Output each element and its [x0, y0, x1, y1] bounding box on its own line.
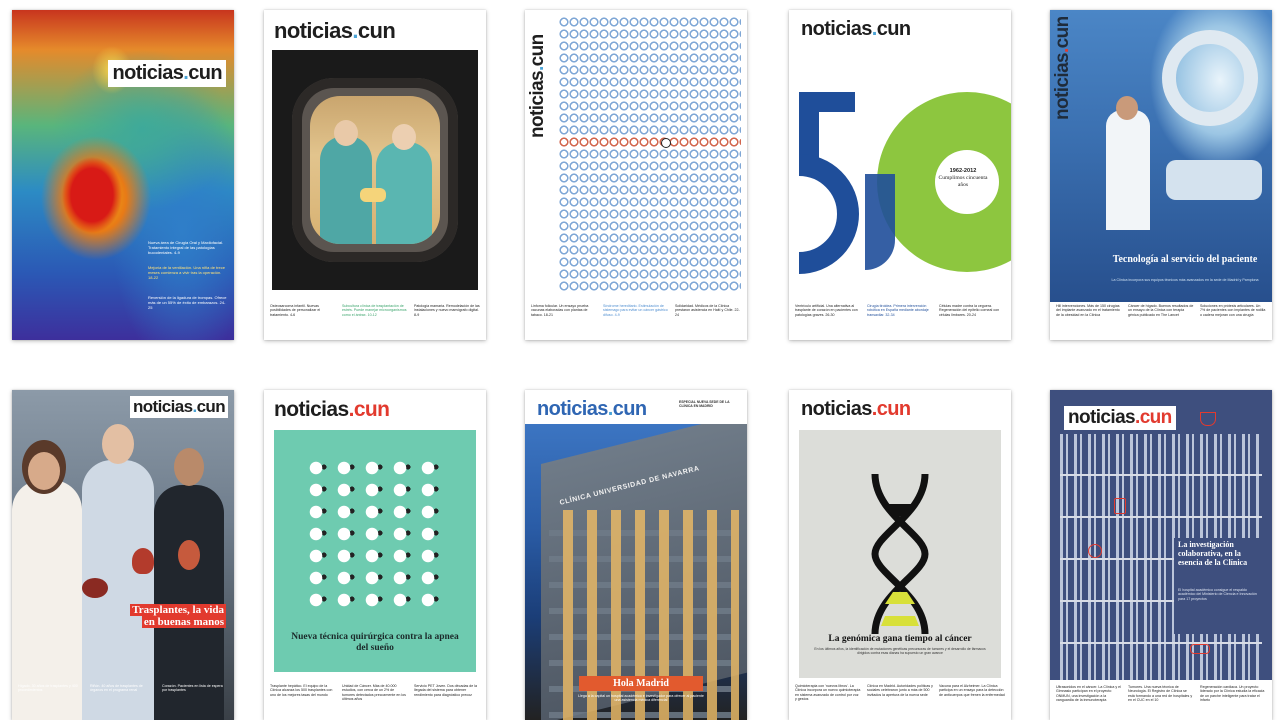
footer-item: Hill intervenciones. Más de 150 cirugías… — [1056, 304, 1120, 317]
footer-item: Ventrículo artificial. Una alternativa a… — [795, 304, 858, 317]
side-note-2: Mejoría de la ventilación. Una niña de t… — [148, 265, 225, 280]
magazine-cover-10[interactable]: noticias.cun La investigación colaborati… — [1050, 390, 1272, 720]
cover-headline: La investigación colaborativa, en la ese… — [1178, 540, 1248, 567]
surgeons-photo — [310, 96, 440, 244]
masthead: noticias.cun — [274, 398, 390, 421]
cover-footer: Ultrasonidos en el cáncer. La Clínica y … — [1050, 680, 1272, 720]
broken-link-icon — [661, 138, 671, 148]
footer-item: Cirugía tiroidea. Primera intervención r… — [867, 304, 929, 317]
chain-pattern — [559, 16, 741, 292]
magazine-cover-9[interactable]: noticias.cun La genómica gana tiempo al … — [789, 390, 1011, 720]
magazine-cover-2[interactable]: noticias.cun Osteosarcoma infantil. Nuev… — [264, 10, 486, 340]
masthead: noticias.cun — [274, 18, 396, 43]
magazine-cover-4[interactable]: noticias.cun 1962-2012 Cumplimos cincuen… — [789, 10, 1011, 340]
masthead: noticias.cun — [1052, 16, 1073, 120]
cover-footer: Osteosarcoma infantil. Nuevas posibilida… — [270, 304, 480, 334]
special-edition-label: ESPECIAL NUEVA SEDE DE LA CLÍNICA EN MAD… — [679, 400, 730, 408]
photo-frame — [272, 50, 478, 290]
anniversary-label: 1962-2012 Cumplimos cincuenta años — [938, 168, 988, 188]
magazine-cover-6[interactable]: noticias.cun Trasplantes, la vida en bue… — [12, 390, 234, 720]
cover-subline: El hospital académico consigue el respal… — [1178, 588, 1257, 601]
hola-madrid-banner: Hola Madrid — [579, 676, 703, 691]
footer-item: Solidaridad. Médicos de la Clínica prest… — [675, 304, 740, 317]
footer-item: Servicio PET Joven. Dos décadas de la ll… — [414, 684, 478, 697]
magazine-cover-8[interactable]: noticias.cun ESPECIAL NUEVA SEDE DE LA C… — [525, 390, 747, 720]
cover-footer: Linfoma folicular. Un ensayo prueba vacu… — [531, 304, 741, 334]
footer-item: Riñón. 40 años de trasplantes de órganos… — [90, 684, 143, 693]
masthead: noticias.cun — [801, 18, 911, 40]
flask-icon — [1088, 544, 1102, 558]
cover-footer: Trasplante hepático. El equipo de la Clí… — [270, 684, 480, 714]
footer-item: Síndrome hereditario. Estimulación de si… — [603, 304, 668, 317]
cover-headline: Nueva técnica quirúrgica contra la apnea… — [291, 632, 459, 653]
masthead: noticias.cun — [108, 60, 226, 87]
doctors-photo — [12, 390, 234, 720]
footer-item: Cáncer de hígado. Buenos resultados de u… — [1128, 304, 1194, 317]
masthead: noticias.cun — [1064, 406, 1176, 430]
footer-item: Células madre contra la ceguera. Regener… — [939, 304, 1000, 317]
masthead: noticias.cun — [527, 34, 548, 138]
footer-item: Linfoma folicular. Un ensayo prueba vacu… — [531, 304, 589, 317]
cover-footer: Hill intervenciones. Más de 150 cirugías… — [1056, 304, 1266, 334]
cover-headline: Tecnología al servicio del paciente — [1112, 254, 1258, 265]
magazine-cover-7[interactable]: noticias.cun Nueva técnica quirúrgica co… — [264, 390, 486, 720]
masthead: noticias.cun — [537, 398, 647, 420]
side-note-1: Nueva área de Cirugía Oral y Maxilofacia… — [148, 240, 224, 255]
footer-item: Hígado. 30 años de trasplantes y 400 pro… — [18, 684, 78, 693]
teapot-icon — [1200, 412, 1216, 426]
footer-item: Clínica en Madrid. Autoridades políticas… — [867, 684, 933, 697]
sheep-grid — [306, 458, 446, 614]
cover-headline: Trasplantes, la vida en buenas manos — [130, 604, 226, 628]
footer-item: Quimioterapia con 'nuevos libros'. La Cl… — [795, 684, 861, 702]
footer-item: Tumores. Una nueva técnica de Neurología… — [1128, 685, 1193, 703]
scale-icon — [1190, 644, 1210, 654]
footer-item: Trasplante hepático. El equipo de la Clí… — [270, 684, 333, 697]
cover-headline: La genómica gana tiempo al cáncer — [828, 634, 972, 644]
masthead: noticias.cun — [801, 398, 911, 420]
cover-subline: La Clínica incorpora sus equipos técnico… — [1111, 278, 1259, 282]
side-note-3: Reversión de la ligadura de trompas. Ofr… — [148, 295, 227, 310]
footer-item: Soluciones en prótesis articulares. Un 7… — [1200, 304, 1266, 317]
magazine-cover-5[interactable]: noticias.cun Tecnología al servicio del … — [1050, 10, 1272, 340]
cover-footer: Hígado. 30 años de trasplantes y 400 pro… — [18, 684, 228, 714]
cover-footer: Ventrículo artificial. Una alternativa a… — [795, 304, 1005, 334]
masthead: noticias.cun — [129, 396, 228, 418]
footer-item: Osteosarcoma infantil. Nuevas posibilida… — [270, 304, 321, 317]
red-chain-row — [559, 136, 741, 148]
footer-item: Unidad de Cáncer. Más de 40.000 estudios… — [342, 684, 406, 702]
microscope-icon — [1114, 498, 1126, 514]
footer-item: Regeneración cardiaca. Un proyecto lider… — [1200, 685, 1265, 703]
number-five — [789, 92, 859, 274]
banner-title: Hola Madrid — [613, 678, 669, 689]
magazine-cover-3[interactable]: noticias.cun Linfoma folicular. Un ensay… — [525, 10, 747, 340]
cover-subline: En los últimos años, la identificación d… — [814, 647, 986, 656]
footer-item: Subcultura clínica de trasplantación de … — [342, 304, 407, 317]
footer-item: Corazón. Pacientes en lista de espera po… — [162, 684, 223, 693]
cover-footer: Quimioterapia con 'nuevos libros'. La Cl… — [795, 684, 1005, 714]
footer-item: Patología mamaria. Remodelación de las i… — [414, 304, 480, 317]
footer-item: Ultrasonidos en el cáncer. La Clínica y … — [1056, 685, 1121, 703]
porthole — [292, 78, 458, 262]
footer-item: Vacuna para el Alzheimer. La Clínica par… — [939, 684, 1005, 697]
banner-text: Llega a la capital un hospital académico… — [578, 694, 704, 703]
magazine-cover-1[interactable]: noticias.cun Nueva área de Cirugía Oral … — [12, 10, 234, 340]
